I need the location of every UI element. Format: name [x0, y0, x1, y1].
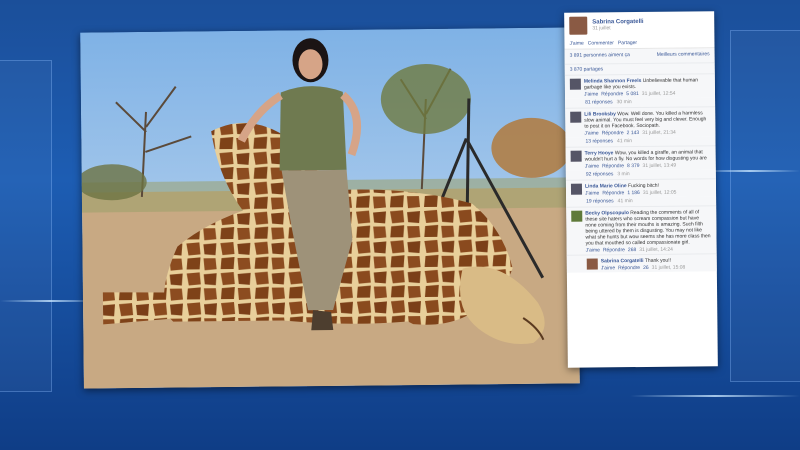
comment-text: Thank you!!: [644, 257, 672, 264]
hunting-photo-illustration: [80, 27, 580, 389]
replies-count[interactable]: 81 réponses: [585, 99, 613, 105]
comment: Melinda Shannon Freels Unbelievable that…: [564, 73, 716, 99]
comment: Linda Marie Oline Fucking bitch! J'aime R…: [565, 178, 717, 198]
comment-time[interactable]: 31 juillet, 21:34: [642, 130, 676, 136]
facebook-post-panel: Sabrina Corgatelli 31 juillet J'aime Com…: [564, 11, 718, 368]
comment: Lili Brooksby Wow. Well done. You killed…: [565, 106, 716, 138]
share-button[interactable]: Partager: [618, 40, 637, 46]
comment-like-link[interactable]: J'aime: [584, 130, 598, 136]
commenter-avatar[interactable]: [569, 78, 581, 90]
replies-time: 30 min: [616, 99, 632, 106]
post-header: Sabrina Corgatelli 31 juillet: [564, 11, 714, 39]
commenter-name[interactable]: Linda Marie Oline: [585, 183, 627, 189]
comment-time[interactable]: 31 juillet, 13:49: [643, 163, 677, 169]
comments-list: Melinda Shannon Freels Unbelievable that…: [564, 73, 717, 273]
replies-time: 3 min: [617, 171, 630, 178]
author-avatar[interactable]: [569, 16, 588, 35]
comment-like-link[interactable]: J'aime: [585, 163, 599, 169]
comment-time[interactable]: 31 juillet, 12:05: [643, 190, 677, 196]
comment-like-count[interactable]: 268: [628, 247, 636, 253]
comment-reply-link[interactable]: Répondre: [618, 265, 640, 271]
comment-reply-link[interactable]: Répondre: [602, 190, 624, 196]
comment-reply-link[interactable]: Répondre: [601, 91, 623, 97]
replies-time: 41 min: [617, 198, 633, 205]
comment: Terry Hooye Wow, you killed a giraffe, a…: [565, 145, 716, 171]
background-panel-right: [730, 30, 800, 382]
commenter-name[interactable]: Sabrina Corgatelli: [601, 258, 644, 264]
comment-like-count[interactable]: 1 186: [627, 190, 640, 196]
background-panel-left: [0, 60, 52, 392]
post-date[interactable]: 31 juillet: [592, 25, 643, 31]
comment-time[interactable]: 31 juillet, 12:54: [642, 91, 676, 97]
background-light-streak: [630, 395, 800, 397]
comment-time[interactable]: 31 juillet, 14:24: [639, 247, 673, 253]
comment-time[interactable]: 31 juillet, 15:08: [652, 265, 686, 271]
comment-like-count[interactable]: 5 081: [626, 91, 639, 97]
top-comments-filter[interactable]: Meilleurs commentaires: [657, 51, 710, 58]
commenter-avatar[interactable]: [570, 183, 583, 195]
like-button[interactable]: J'aime: [569, 41, 583, 47]
commenter-avatar[interactable]: [570, 111, 582, 123]
comment-reply-link[interactable]: Répondre: [602, 130, 624, 136]
replies-count[interactable]: 13 réponses: [585, 138, 613, 144]
comment: Becky Olpscopulo Reading the comments of…: [566, 205, 717, 255]
comment-text: Fucking bitch!: [628, 182, 659, 190]
comment-button[interactable]: Commenter: [588, 40, 614, 46]
comment-reply-link[interactable]: Répondre: [602, 163, 624, 169]
commenter-avatar[interactable]: [571, 210, 583, 222]
post-photo[interactable]: [80, 27, 580, 389]
replies-count[interactable]: 19 réponses: [586, 198, 614, 204]
comment-like-count[interactable]: 26: [643, 265, 649, 271]
commenter-avatar[interactable]: [570, 150, 582, 162]
replies-count[interactable]: 92 réponses: [586, 171, 614, 177]
likes-count[interactable]: 3 891 personnes aiment ça: [570, 52, 630, 59]
comment-like-count[interactable]: 8 379: [627, 163, 640, 169]
commenter-avatar[interactable]: [586, 258, 598, 270]
comment-like-link[interactable]: J'aime: [585, 190, 599, 196]
comment-reply-link[interactable]: Répondre: [603, 247, 625, 253]
replies-time: 41 min: [616, 138, 633, 145]
comment-like-link[interactable]: J'aime: [584, 91, 598, 97]
comment-like-link[interactable]: J'aime: [586, 247, 600, 253]
comment-like-count[interactable]: 2 143: [627, 130, 640, 136]
comment-like-link[interactable]: J'aime: [601, 265, 615, 271]
comment: Sabrina Corgatelli Thank you!! J'aime Rép…: [566, 253, 717, 273]
